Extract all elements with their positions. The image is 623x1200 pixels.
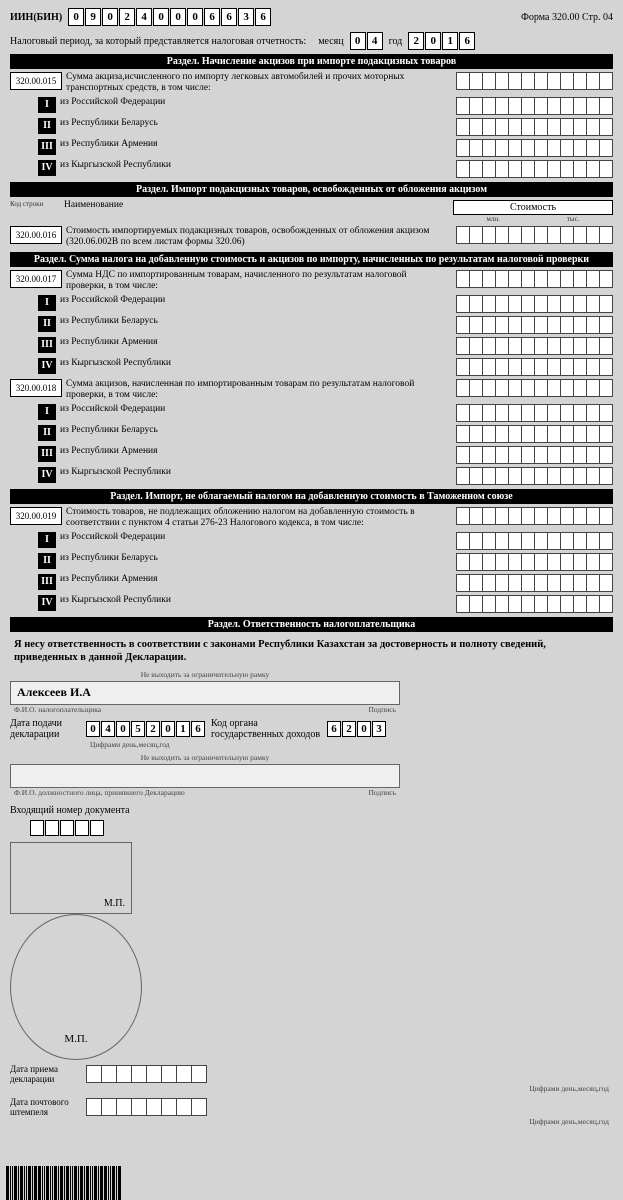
iin-label: ИИН(БИН) <box>10 12 62 23</box>
signer-name-field[interactable]: Алексеев И.А <box>10 681 400 705</box>
code-016: 320.00.016 <box>10 226 62 244</box>
stamp-circle: М.П. <box>10 914 142 1060</box>
month-label: месяц <box>318 36 343 47</box>
official-name-field[interactable] <box>10 764 400 788</box>
declaration-text: Я несу ответственность в соответствии с … <box>14 638 609 664</box>
code-015: 320.00.015 <box>10 72 62 90</box>
desc-015: Сумма акциза,исчисленного по импорту лег… <box>66 72 452 94</box>
stamp-square: М.П. <box>10 842 132 914</box>
recv-label: Дата приема декларации <box>10 1064 80 1084</box>
stamp-date[interactable] <box>86 1098 207 1116</box>
barcode <box>6 1166 623 1200</box>
incoming-label: Входящий номер документа <box>10 805 400 816</box>
cost-label: Стоимость <box>453 200 613 215</box>
noframe-1: Не выходить за ограничительную рамку <box>10 670 400 679</box>
incoming-boxes[interactable] <box>30 820 105 836</box>
period-label: Налоговый период, за который представляе… <box>10 36 306 47</box>
month-d[interactable]: 0 <box>350 32 366 50</box>
name-label: Наименование <box>64 200 449 211</box>
code-017: 320.00.017 <box>10 270 62 288</box>
recv-date[interactable] <box>86 1065 207 1083</box>
date-label: Дата подачи декларации <box>10 718 80 740</box>
org-label: Код органа государственных доходов <box>211 718 321 740</box>
iin-boxes: 090240006636 <box>68 8 271 26</box>
section-1: Раздел. Начисление акцизов при импорте п… <box>10 54 613 69</box>
section-5: Раздел. Ответственность налогоплательщик… <box>10 617 613 632</box>
form-ref: Форма 320.00 Стр. 04 <box>521 12 613 23</box>
roman-I: I <box>38 97 56 113</box>
section-2: Раздел. Импорт подакцизных товаров, осво… <box>10 182 613 197</box>
iin-d[interactable]: 0 <box>68 8 84 26</box>
year-label: год <box>389 36 403 47</box>
noframe-2: Не выходить за ограничительную рамку <box>10 753 400 762</box>
kod-label: Код строки <box>10 200 60 208</box>
section-3: Раздел. Сумма налога на добавленную стои… <box>10 252 613 267</box>
code-018: 320.00.018 <box>10 379 62 397</box>
section-4: Раздел. Импорт, не облагаемый налогом на… <box>10 489 613 504</box>
val-015[interactable] <box>456 72 613 90</box>
stamp-label: Дата почтового штемпеля <box>10 1097 80 1117</box>
code-019: 320.00.019 <box>10 507 62 525</box>
